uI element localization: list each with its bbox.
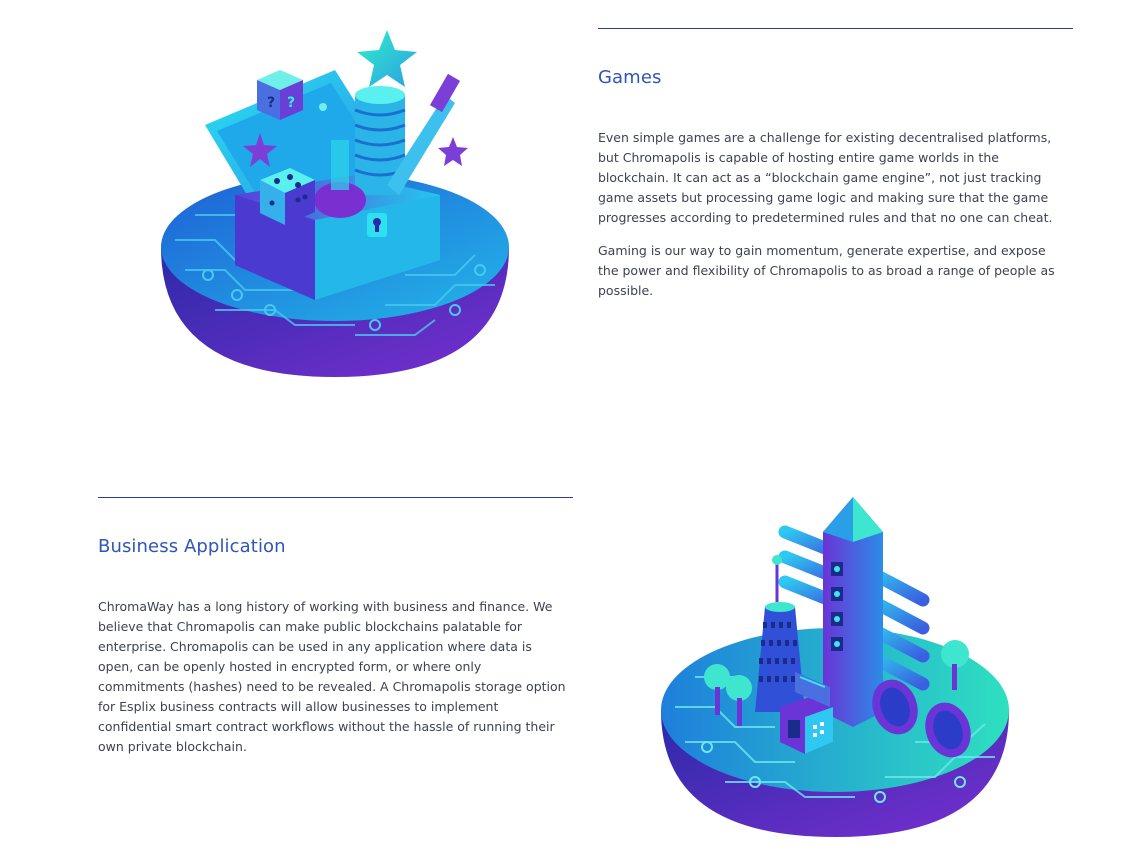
treasure-chest-island-icon: ? ? <box>161 30 509 377</box>
games-paragraph-1: Even simple games are a challenge for ex… <box>598 130 1053 225</box>
svg-text:?: ? <box>287 95 295 111</box>
city-tower-island-icon <box>661 497 1009 837</box>
business-paragraph-1: ChromaWay has a long history of working … <box>98 599 566 754</box>
svg-text:?: ? <box>267 95 275 111</box>
business-illustration <box>655 492 1015 842</box>
games-illustration: ? ? <box>155 25 515 385</box>
games-title: Games <box>598 67 662 88</box>
business-divider <box>98 497 573 498</box>
business-title: Business Application <box>98 536 286 557</box>
games-divider <box>598 28 1073 29</box>
games-paragraph-2: Gaming is our way to gain momentum, gene… <box>598 243 1055 298</box>
